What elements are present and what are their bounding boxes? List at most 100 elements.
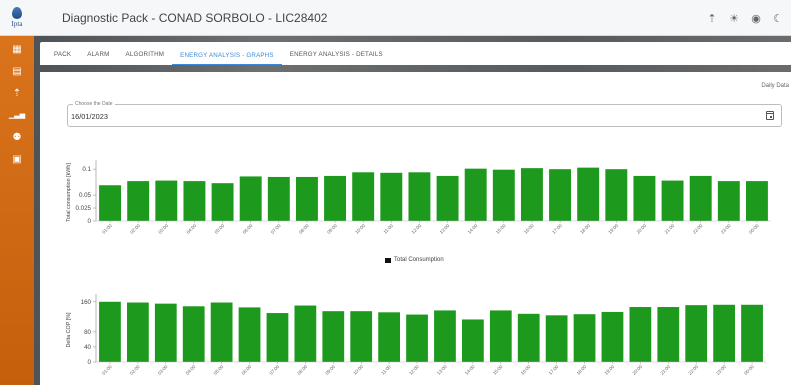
bar[interactable]: [267, 176, 290, 221]
tab-pack[interactable]: PACK: [46, 51, 79, 65]
x-tick-label: 15:00: [492, 364, 504, 376]
bar[interactable]: [211, 183, 234, 221]
bar[interactable]: [492, 169, 515, 221]
bar[interactable]: [461, 319, 484, 362]
x-tick-label: 01:00: [101, 223, 113, 235]
x-tick-label: 12:00: [411, 223, 423, 235]
bar[interactable]: [520, 168, 543, 221]
bar[interactable]: [239, 176, 262, 221]
x-tick-label: 22:00: [687, 364, 699, 376]
x-tick-label: 19:00: [607, 223, 619, 235]
bar[interactable]: [183, 181, 206, 221]
bar[interactable]: [408, 172, 431, 221]
bar[interactable]: [489, 310, 512, 362]
chart-legend[interactable]: Total Consumption: [385, 257, 444, 263]
bar[interactable]: [154, 303, 177, 362]
bar[interactable]: [657, 307, 680, 362]
sidebar-item-store[interactable]: ▤: [0, 60, 34, 82]
bar[interactable]: [713, 304, 736, 362]
bar[interactable]: [127, 181, 150, 221]
logo-text: Ipta: [11, 20, 23, 28]
bar[interactable]: [155, 180, 178, 221]
bar[interactable]: [210, 302, 233, 362]
bar[interactable]: [573, 314, 596, 362]
page-title: Diagnostic Pack - CONAD SORBOLO - LIC284…: [62, 10, 328, 25]
sun-icon[interactable]: ☀: [727, 12, 741, 25]
x-tick-label: 13:00: [436, 364, 448, 376]
bar[interactable]: [717, 181, 740, 221]
consumption-chart: 0 0.025 0.05 0.1 Total consumption [kWh] 01:0…: [66, 160, 771, 235]
bar[interactable]: [352, 172, 375, 221]
x-tick-label: 00:00: [748, 223, 760, 235]
bar[interactable]: [378, 312, 401, 362]
bar[interactable]: [633, 175, 656, 221]
bar[interactable]: [517, 313, 540, 362]
x-tick-label: 16:00: [520, 364, 532, 376]
bar[interactable]: [577, 167, 600, 221]
x-tick-label: 11:00: [380, 364, 392, 376]
y-axis-title: Total consumption [kWh]: [66, 163, 72, 222]
x-tick-label: 18:00: [576, 364, 588, 376]
bar[interactable]: [605, 169, 628, 221]
x-tick-label: 14:00: [464, 364, 476, 376]
x-tick-label: 22:00: [692, 223, 704, 235]
bar[interactable]: [464, 168, 487, 221]
date-picker-value[interactable]: 16/01/2023: [71, 112, 108, 121]
bar[interactable]: [294, 305, 317, 362]
x-tick-label: 07:00: [270, 223, 282, 235]
moon-icon[interactable]: ☾: [771, 12, 785, 25]
bar[interactable]: [126, 302, 149, 362]
x-tick-label: 10:00: [354, 223, 366, 235]
bar[interactable]: [661, 180, 684, 221]
bar[interactable]: [629, 307, 652, 362]
sidebar-item-dashboard[interactable]: ▦: [0, 38, 34, 60]
sidebar-item-graphs[interactable]: ▁▃▅: [0, 104, 34, 126]
bar[interactable]: [182, 306, 205, 362]
bar[interactable]: [741, 304, 763, 362]
x-tick-label: 13:00: [439, 223, 451, 235]
y-tick-label: 80: [84, 329, 91, 336]
bar[interactable]: [380, 172, 403, 221]
toggle-icon[interactable]: ◉: [749, 12, 763, 25]
bar[interactable]: [434, 310, 456, 362]
x-tick-label: 05:00: [214, 223, 226, 235]
bar[interactable]: [745, 181, 768, 221]
date-picker[interactable]: Choose the Date 16/01/2023: [67, 101, 782, 127]
daily-data-link[interactable]: Daily Data: [761, 83, 789, 89]
bar[interactable]: [324, 175, 347, 221]
sidebar-item-users[interactable]: ⚉: [0, 126, 34, 148]
sidebar-item-calendar[interactable]: ▣: [0, 148, 34, 170]
bar[interactable]: [601, 311, 624, 362]
bar[interactable]: [685, 305, 708, 362]
tab-algorithm[interactable]: ALGORITHM: [118, 51, 173, 65]
x-tick-label: 20:00: [631, 364, 643, 376]
x-tick-label: 03:00: [157, 364, 169, 376]
sidebar-item-signal[interactable]: ⇡: [0, 82, 34, 104]
bar[interactable]: [238, 307, 261, 362]
bar[interactable]: [99, 301, 121, 362]
bar[interactable]: [406, 314, 428, 362]
bar[interactable]: [322, 311, 345, 362]
calendar-icon[interactable]: [766, 111, 774, 120]
tab-energy-analysis-details[interactable]: ENERGY ANALYSIS - DETAILS: [282, 51, 391, 65]
y-tick-label: 0.025: [76, 205, 92, 212]
bar[interactable]: [549, 169, 572, 221]
calendar-search-icon: ▣: [12, 153, 22, 165]
x-tick-label: 10:00: [352, 364, 364, 376]
tab-energy-analysis-graphs[interactable]: ENERGY ANALYSIS - GRAPHS: [172, 52, 282, 65]
bar[interactable]: [350, 311, 373, 362]
users-icon: ⚉: [12, 131, 22, 143]
bar[interactable]: [436, 175, 459, 221]
bar[interactable]: [545, 315, 568, 362]
bar[interactable]: [689, 175, 712, 221]
signal-icon[interactable]: ⇡: [705, 12, 719, 25]
x-tick-label: 02:00: [129, 364, 141, 376]
app-logo[interactable]: Ipta: [0, 0, 34, 36]
x-tick-label: 03:00: [157, 223, 169, 235]
bar[interactable]: [99, 185, 122, 221]
x-tick-label: 14:00: [467, 223, 479, 235]
x-tick-label: 16:00: [523, 223, 535, 235]
tab-alarm[interactable]: ALARM: [79, 51, 117, 65]
bar[interactable]: [266, 313, 289, 362]
bar[interactable]: [295, 176, 318, 221]
